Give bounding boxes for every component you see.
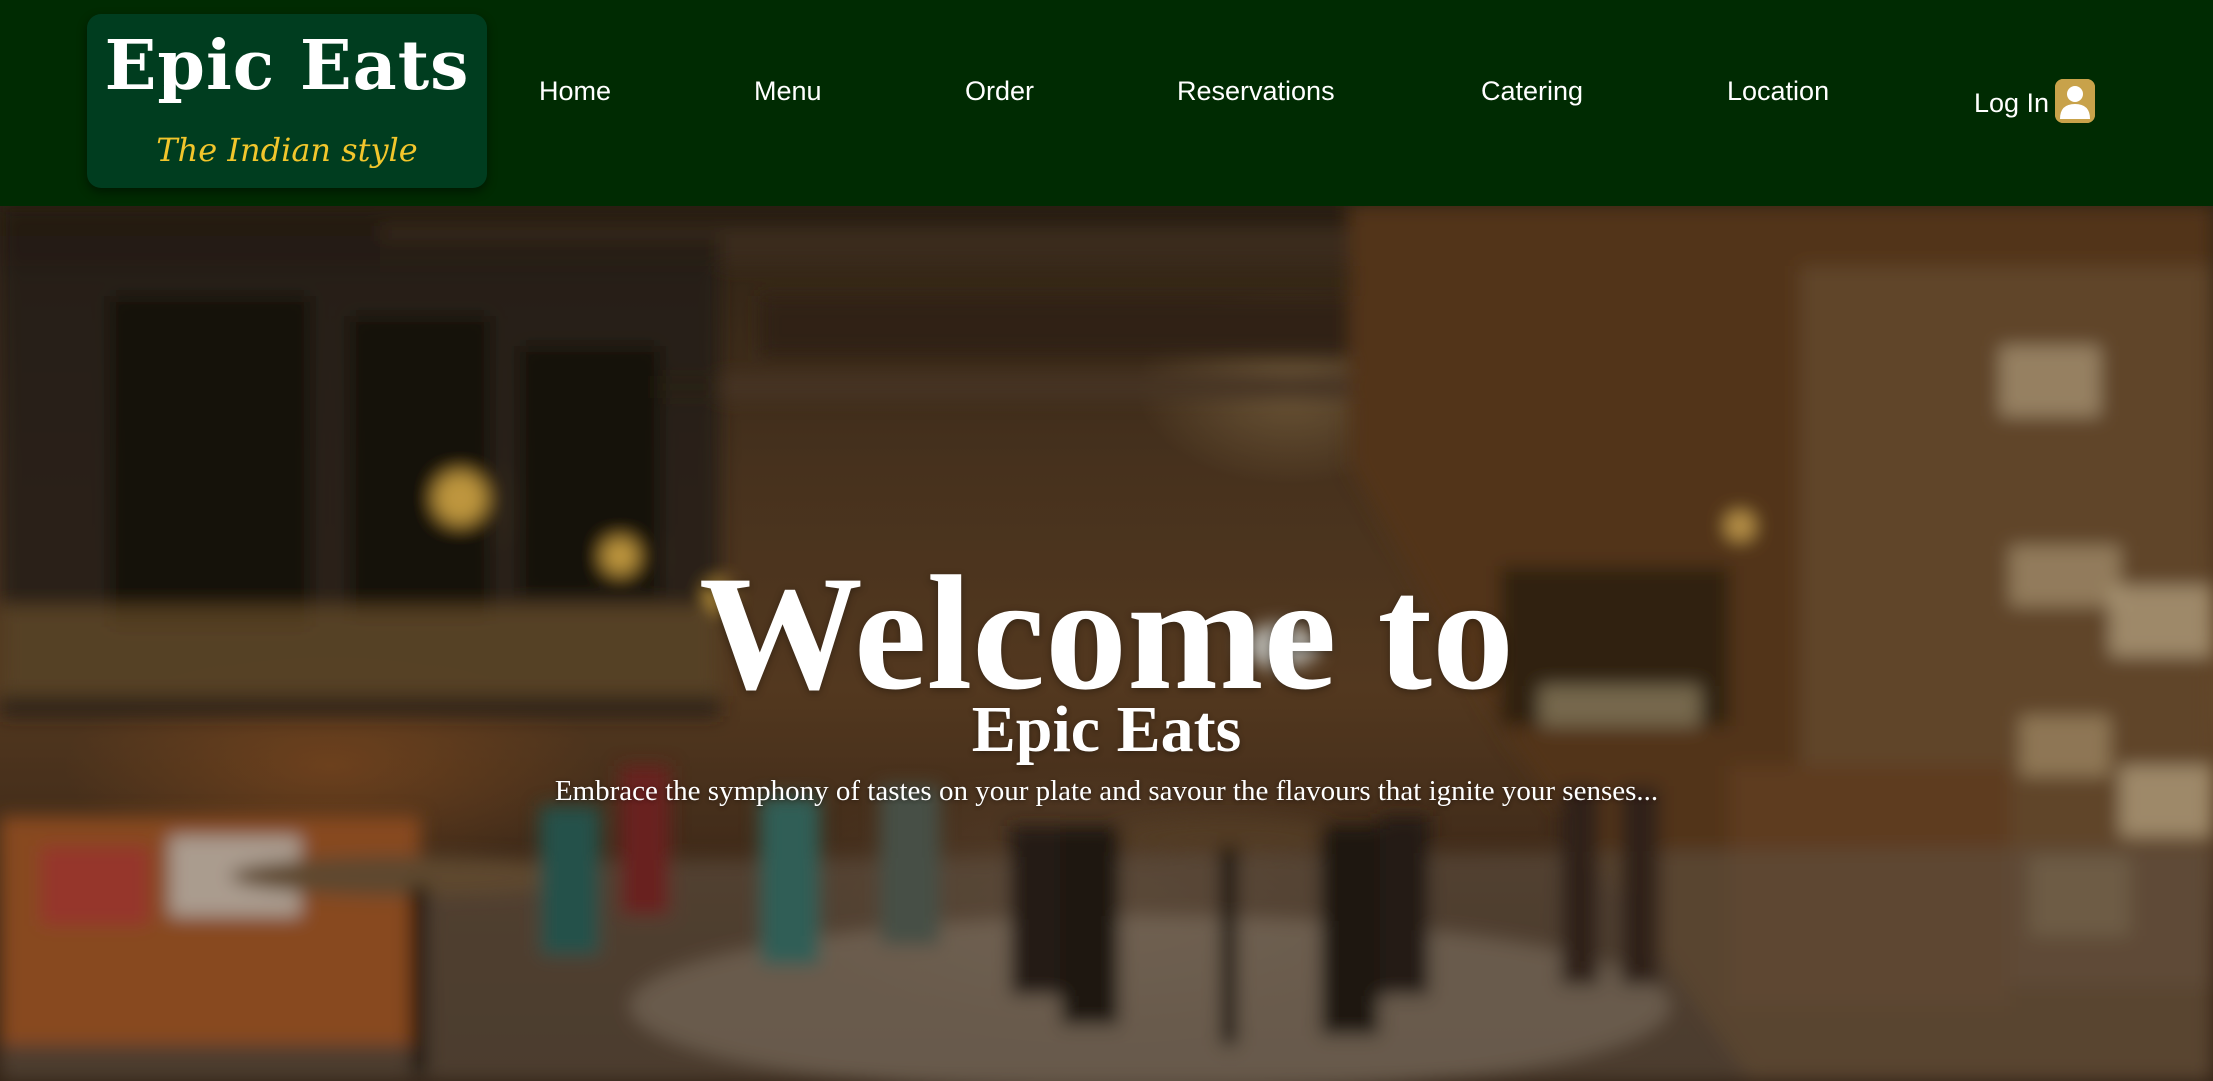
hero-section: Welcome to Epic Eats Embrace the symphon… <box>0 206 2213 1081</box>
hero-title: Welcome to <box>698 542 1515 724</box>
site-header: Epic Eats The Indian style Home Menu Ord… <box>0 0 2213 206</box>
brand-logo[interactable]: Epic Eats The Indian style <box>87 14 487 188</box>
login-label: Log In <box>1974 87 2050 118</box>
hero-subtitle: Epic Eats <box>971 692 1242 766</box>
login-button[interactable]: Log In <box>1974 78 2096 124</box>
nav-menu[interactable]: Menu <box>754 78 822 105</box>
nav-reservations[interactable]: Reservations <box>1177 78 1335 105</box>
nav-order[interactable]: Order <box>965 78 1034 105</box>
user-icon <box>2055 79 2096 123</box>
nav-catering[interactable]: Catering <box>1481 78 1583 105</box>
logo-tagline: The Indian style <box>156 131 418 169</box>
nav-home[interactable]: Home <box>539 78 611 105</box>
nav-location[interactable]: Location <box>1727 78 1829 105</box>
logo-title: Epic Eats <box>104 26 470 106</box>
hero-tagline: Embrace the symphony of tastes on your p… <box>554 775 1659 807</box>
